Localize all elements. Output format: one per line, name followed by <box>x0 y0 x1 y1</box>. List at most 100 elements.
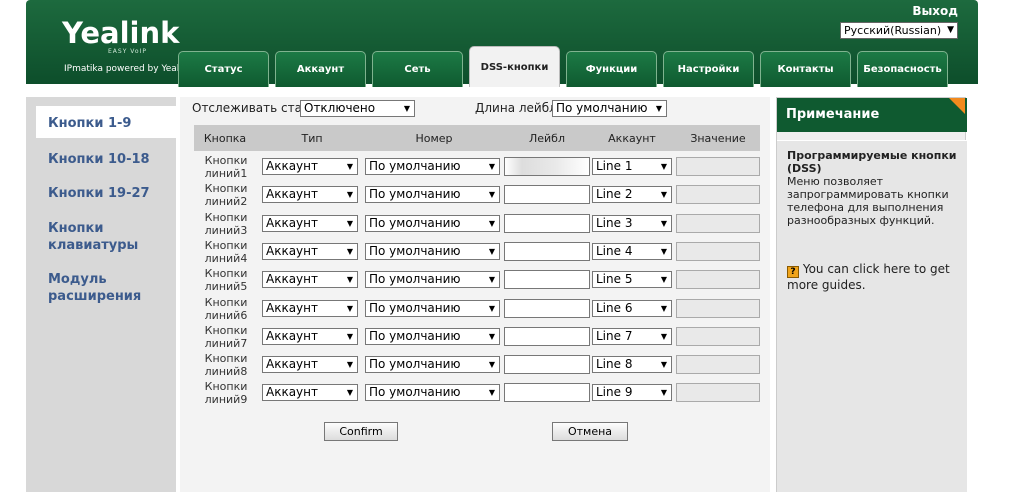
type-select[interactable]: Аккаунт ▼ <box>262 186 358 204</box>
value-input[interactable] <box>676 241 760 261</box>
yealink-logo: Yealink <box>62 16 180 50</box>
tab-security[interactable]: Безопасность <box>857 51 948 87</box>
label-input[interactable] <box>504 185 590 205</box>
label-input[interactable] <box>504 270 590 290</box>
number-select[interactable]: По умолчанию ▼ <box>365 214 500 232</box>
language-select[interactable]: Русский(Russian) ▼ <box>840 22 958 39</box>
note-subtitle: Программируемые кнопки (DSS) <box>787 149 957 175</box>
label-input[interactable] <box>504 383 590 403</box>
dropdown-arrow-icon: ▼ <box>660 246 667 256</box>
label-input[interactable] <box>504 298 590 318</box>
number-select[interactable]: По умолчанию ▼ <box>365 271 500 289</box>
dropdown-arrow-icon: ▼ <box>403 104 410 113</box>
type-select[interactable]: Аккаунт ▼ <box>262 356 358 374</box>
sidebar-item-expansion-module[interactable]: Модуль расширения <box>26 271 146 305</box>
row-key: Кнопки линий6 <box>204 295 248 322</box>
number-select[interactable]: По умолчанию ▼ <box>365 299 500 317</box>
label-input[interactable] <box>504 157 590 176</box>
question-icon: ? <box>787 266 799 278</box>
label-input[interactable] <box>504 213 590 233</box>
row-key: Кнопки линий4 <box>204 238 248 265</box>
account-select[interactable]: Line 4 ▼ <box>592 242 672 260</box>
note-panel: Примечание Программируемые кнопки (DSS) … <box>776 97 967 492</box>
account-select[interactable]: Line 1 ▼ <box>592 158 672 175</box>
value-input[interactable] <box>676 298 760 318</box>
label-length-value: По умолчанию <box>556 101 648 115</box>
number-select[interactable]: По умолчанию ▼ <box>365 158 500 175</box>
type-select[interactable]: Аккаунт ▼ <box>262 299 358 317</box>
guide-link[interactable]: ? You can click here to get more guides. <box>787 262 957 293</box>
label-length-select[interactable]: По умолчанию ▼ <box>552 100 667 117</box>
account-select[interactable]: Line 8 ▼ <box>592 356 672 374</box>
number-select[interactable]: По умолчанию ▼ <box>365 327 500 345</box>
number-value: По умолчанию <box>369 385 461 400</box>
header-bar: Yealink EASY VoIP IPmatika powered by Ye… <box>26 0 978 87</box>
account-select[interactable]: Line 5 ▼ <box>592 271 672 289</box>
label-input[interactable] <box>504 355 590 375</box>
dss-keys-panel: Отслеживать статус Отключено ▼ Длина лей… <box>180 97 770 492</box>
dropdown-arrow-icon: ▼ <box>346 190 353 200</box>
value-input[interactable] <box>676 157 760 176</box>
value-input[interactable] <box>676 383 760 403</box>
number-select[interactable]: По умолчанию ▼ <box>365 356 500 374</box>
tab-status[interactable]: Статус <box>178 51 269 87</box>
account-select[interactable]: Line 6 ▼ <box>592 299 672 317</box>
dropdown-arrow-icon: ▼ <box>660 388 667 398</box>
number-select[interactable]: По умолчанию ▼ <box>365 186 500 204</box>
logout-link[interactable]: Выход <box>912 4 958 18</box>
label-input[interactable] <box>504 326 590 346</box>
type-select[interactable]: Аккаунт ▼ <box>262 214 358 232</box>
sidebar-item-keys-10-18[interactable]: Кнопки 10-18 <box>26 151 176 168</box>
type-select[interactable]: Аккаунт ▼ <box>262 384 358 402</box>
value-input[interactable] <box>676 213 760 233</box>
table-row: Кнопки линий7 Аккаунт ▼ По умолчанию ▼ Line 7… <box>194 323 760 351</box>
account-select[interactable]: Line 7 ▼ <box>592 327 672 345</box>
type-value: Аккаунт <box>266 272 318 287</box>
dropdown-arrow-icon: ▼ <box>346 275 353 285</box>
label-length-label: Длина лейбла <box>475 101 565 115</box>
account-select[interactable]: Line 2 ▼ <box>592 186 672 204</box>
main-tabs: Статус Аккаунт Сеть DSS-кнопки Функции Н… <box>178 46 948 87</box>
cancel-button[interactable]: Отмена <box>552 422 628 441</box>
tab-dss-keys[interactable]: DSS-кнопки <box>469 46 560 87</box>
type-select[interactable]: Аккаунт ▼ <box>262 242 358 260</box>
type-select[interactable]: Аккаунт ▼ <box>262 327 358 345</box>
row-key: Кнопки линий2 <box>204 182 248 209</box>
account-select[interactable]: Line 3 ▼ <box>592 214 672 232</box>
tab-contacts[interactable]: Контакты <box>760 51 851 87</box>
number-value: По умолчанию <box>369 187 461 202</box>
value-input[interactable] <box>676 185 760 205</box>
dropdown-arrow-icon: ▼ <box>488 388 495 398</box>
col-value: Значение <box>690 131 746 145</box>
dropdown-arrow-icon: ▼ <box>346 388 353 398</box>
type-select[interactable]: Аккаунт ▼ <box>262 158 358 175</box>
type-select[interactable]: Аккаунт ▼ <box>262 271 358 289</box>
number-value: По умолчанию <box>369 159 461 173</box>
tab-features[interactable]: Функции <box>566 51 657 87</box>
value-input[interactable] <box>676 326 760 346</box>
tab-settings[interactable]: Настройки <box>663 51 754 87</box>
sidebar-item-keys-1-9[interactable]: Кнопки 1-9 <box>36 106 176 138</box>
dropdown-arrow-icon: ▼ <box>660 331 667 341</box>
row-key: Кнопки линий7 <box>204 323 248 350</box>
type-value: Аккаунт <box>266 215 318 230</box>
tab-account[interactable]: Аккаунт <box>275 51 366 87</box>
number-select[interactable]: По умолчанию ▼ <box>365 384 500 402</box>
account-value: Line 1 <box>596 159 633 173</box>
number-value: По умолчанию <box>369 215 461 230</box>
dropdown-arrow-icon: ▼ <box>488 246 495 256</box>
confirm-button[interactable]: Confirm <box>324 422 398 441</box>
tab-network[interactable]: Сеть <box>372 51 463 87</box>
sidebar-item-keys-19-27[interactable]: Кнопки 19-27 <box>26 185 176 202</box>
account-select[interactable]: Line 9 ▼ <box>592 384 672 402</box>
type-value: Аккаунт <box>266 385 318 400</box>
value-input[interactable] <box>676 355 760 375</box>
number-select[interactable]: По умолчанию ▼ <box>365 242 500 260</box>
label-input[interactable] <box>504 241 590 261</box>
powered-by-text: IPmatika powered by Yealink <box>64 64 193 74</box>
sidebar-item-keypad-keys[interactable]: Кнопки клавиатуры <box>26 220 146 254</box>
col-type: Тип <box>301 131 323 145</box>
table-row: Кнопки линий3 Аккаунт ▼ По умолчанию ▼ Line 3… <box>194 210 760 238</box>
value-input[interactable] <box>676 270 760 290</box>
track-status-select[interactable]: Отключено ▼ <box>300 100 415 117</box>
